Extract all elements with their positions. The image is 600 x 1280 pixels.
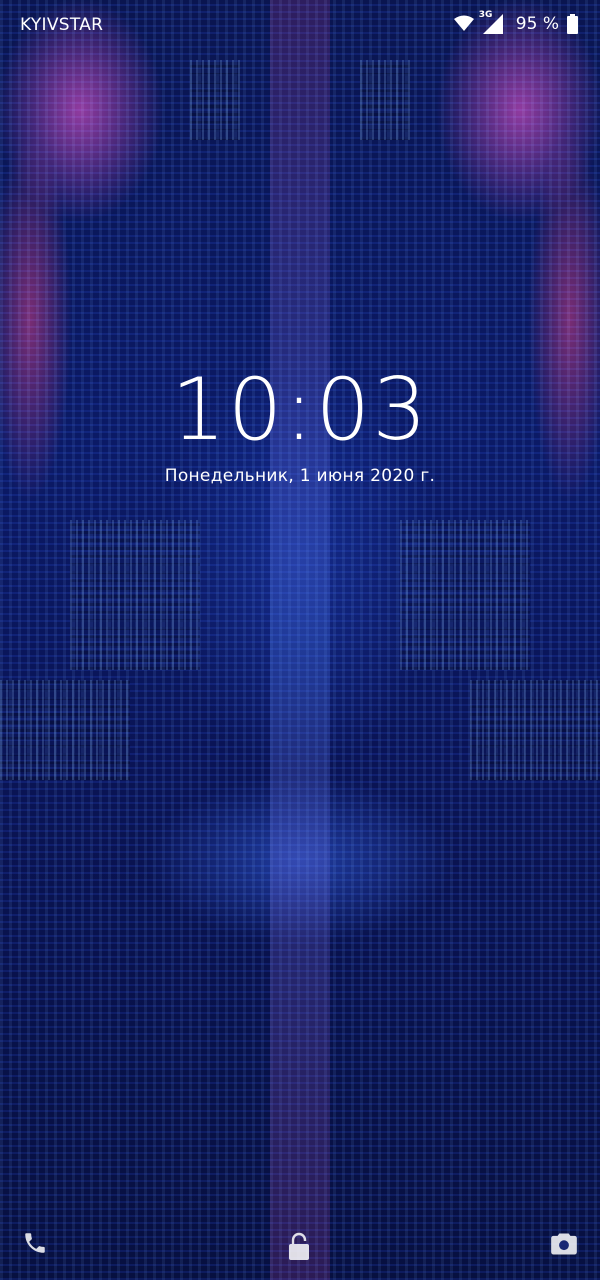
phone-icon[interactable]: [22, 1230, 48, 1260]
lockscreen-date: Понедельник, 1 июня 2020 г.: [164, 466, 436, 486]
mobile-signal: 3G: [478, 10, 504, 35]
network-type-label: 3G: [478, 10, 493, 20]
wallpaper-building: [0, 680, 130, 780]
lockscreen-clock: 10:03: [171, 360, 429, 460]
wifi-icon: [453, 15, 474, 33]
lock-icon[interactable]: [287, 1232, 311, 1266]
status-bar: KYIVSTAR 3G 95 %: [0, 0, 600, 52]
battery-icon: [567, 14, 578, 34]
lock-screen: KYIVSTAR 3G 95 % 10:03 Понедельник, 1 ию…: [0, 0, 600, 1280]
wallpaper-building: [400, 520, 530, 670]
camera-icon[interactable]: [550, 1231, 578, 1261]
wallpaper-building: [470, 680, 600, 780]
carrier-name: KYIVSTAR: [20, 15, 104, 35]
wallpaper-building: [70, 520, 200, 670]
wallpaper-center-strip: [270, 0, 330, 1280]
status-icons: 3G 95 %: [453, 10, 578, 35]
wallpaper-building: [360, 60, 410, 140]
battery-percent: 95 %: [515, 14, 559, 34]
wallpaper-building: [190, 60, 240, 140]
